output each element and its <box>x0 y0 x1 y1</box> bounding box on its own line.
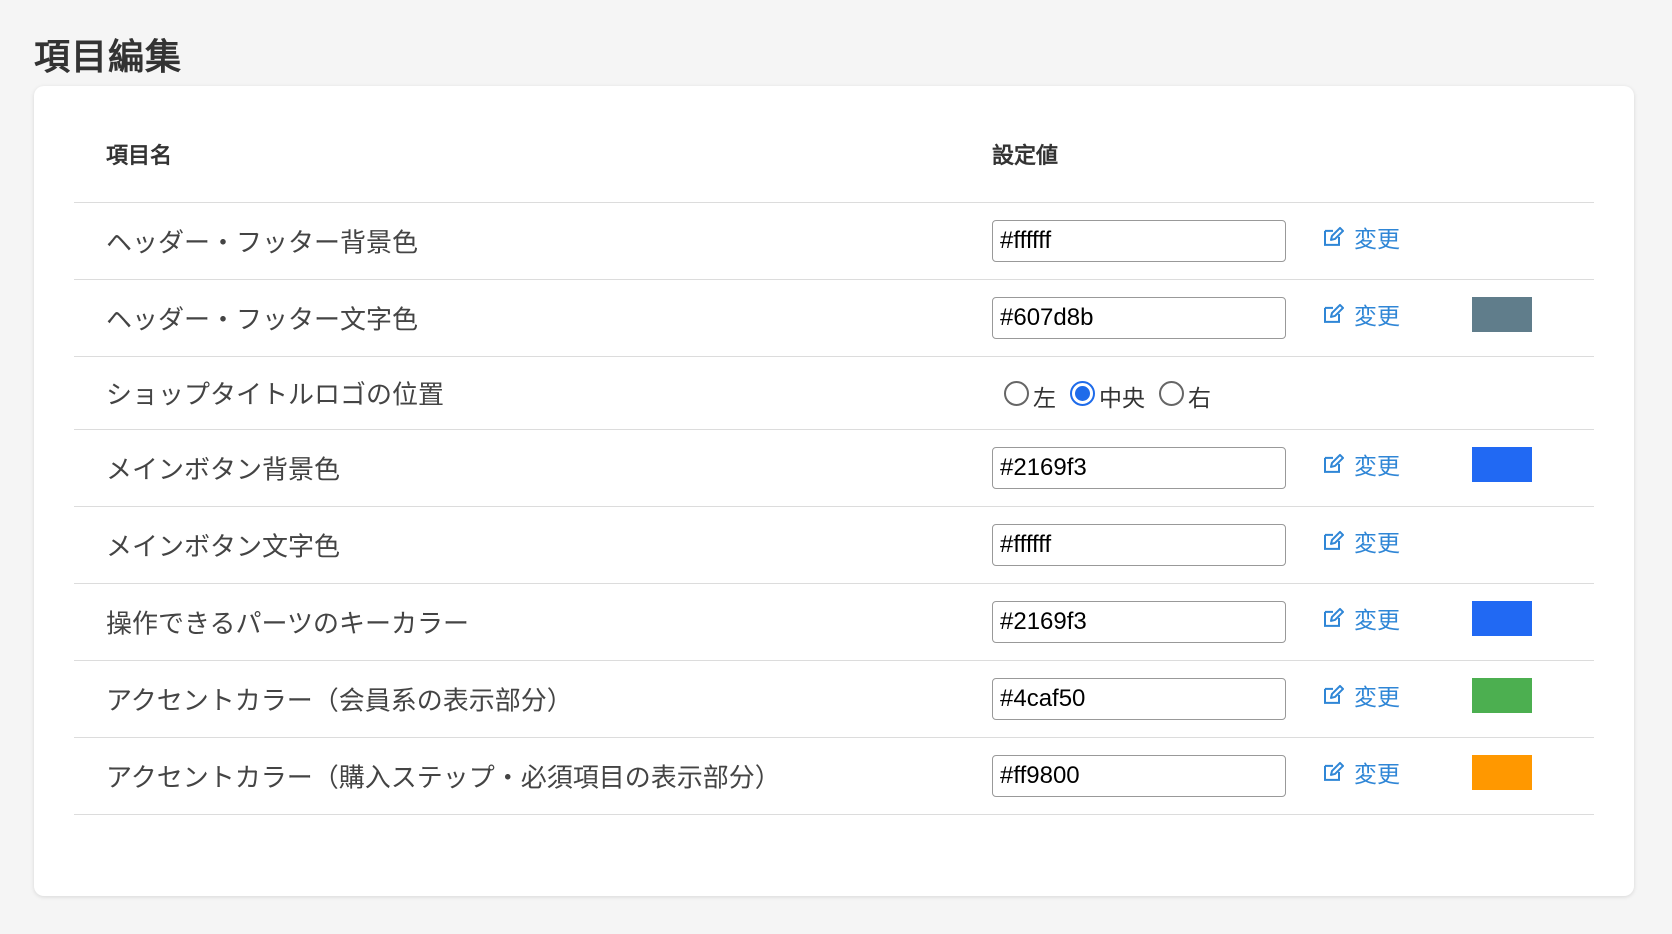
edit-icon <box>1322 684 1344 706</box>
radio-option[interactable]: 左 <box>1004 376 1056 412</box>
settings-card: 項目名 設定値 ヘッダー・フッター背景色変更ヘッダー・フッター文字色変更ショップ… <box>34 86 1634 896</box>
item-name: メインボタン背景色 <box>106 455 341 486</box>
table-row: ヘッダー・フッター文字色 変更 <box>74 280 1594 357</box>
color-value-input[interactable] <box>992 678 1286 720</box>
column-header-name: 項目名 <box>106 144 173 169</box>
edit-icon <box>1322 453 1344 475</box>
table-row: ヘッダー・フッター背景色 変更 <box>74 203 1594 280</box>
table-row: メインボタン文字色 変更 <box>74 507 1594 584</box>
item-name: 操作できるパーツのキーカラー <box>106 609 469 640</box>
table-row: アクセントカラー（会員系の表示部分） 変更 <box>74 661 1594 738</box>
color-swatch <box>1472 524 1532 559</box>
color-value-input[interactable] <box>992 220 1286 262</box>
color-value-input[interactable] <box>992 755 1286 797</box>
color-value-input[interactable] <box>992 601 1286 643</box>
radio-label: 中央 <box>1099 386 1145 412</box>
change-label: 変更 <box>1354 303 1400 330</box>
edit-icon <box>1322 761 1344 783</box>
change-label: 変更 <box>1354 226 1400 253</box>
item-name: アクセントカラー（会員系の表示部分） <box>106 686 573 717</box>
color-value-input[interactable] <box>992 524 1286 566</box>
change-button[interactable]: 変更 <box>1322 755 1400 789</box>
edit-icon <box>1322 303 1344 325</box>
change-button[interactable]: 変更 <box>1322 678 1400 712</box>
change-button[interactable]: 変更 <box>1322 524 1400 558</box>
table-row: ショップタイトルロゴの位置 左 中央 右 <box>74 357 1594 430</box>
item-name: アクセントカラー（購入ステップ・必須項目の表示部分） <box>106 763 781 794</box>
edit-icon <box>1322 226 1344 248</box>
color-value-input[interactable] <box>992 447 1286 489</box>
radio-option[interactable]: 右 <box>1159 376 1211 412</box>
color-swatch <box>1472 297 1532 332</box>
settings-table: 項目名 設定値 ヘッダー・フッター背景色変更ヘッダー・フッター文字色変更ショップ… <box>74 86 1594 815</box>
table-body: ヘッダー・フッター背景色変更ヘッダー・フッター文字色変更ショップタイトルロゴの位… <box>74 203 1594 815</box>
item-name: メインボタン文字色 <box>106 532 341 563</box>
table-row: 操作できるパーツのキーカラー 変更 <box>74 584 1594 661</box>
radio-button[interactable] <box>1070 380 1095 406</box>
page-title: 項目編集 <box>34 37 183 78</box>
radio-option[interactable]: 中央 <box>1070 376 1145 412</box>
column-header-value: 設定値 <box>992 144 1059 169</box>
color-value-input[interactable] <box>992 297 1286 339</box>
logo-position-radio-group: 左 中央 右 <box>1004 376 1211 412</box>
change-button[interactable]: 変更 <box>1322 447 1400 481</box>
change-label: 変更 <box>1354 453 1400 480</box>
change-label: 変更 <box>1354 761 1400 788</box>
color-swatch <box>1472 678 1532 713</box>
radio-button[interactable] <box>1004 380 1029 406</box>
table-row: メインボタン背景色 変更 <box>74 430 1594 507</box>
item-name: ショップタイトルロゴの位置 <box>106 380 445 411</box>
radio-label: 右 <box>1188 386 1211 412</box>
edit-icon <box>1322 607 1344 629</box>
edit-icon <box>1322 530 1344 552</box>
change-button[interactable]: 変更 <box>1322 220 1400 254</box>
item-name: ヘッダー・フッター背景色 <box>106 228 419 259</box>
change-button[interactable]: 変更 <box>1322 601 1400 635</box>
table-row: アクセントカラー（購入ステップ・必須項目の表示部分） 変更 <box>74 738 1594 815</box>
change-label: 変更 <box>1354 684 1400 711</box>
change-label: 変更 <box>1354 607 1400 634</box>
color-swatch <box>1472 755 1532 790</box>
color-swatch <box>1472 220 1532 255</box>
radio-button[interactable] <box>1159 380 1184 406</box>
color-swatch <box>1472 447 1532 482</box>
change-label: 変更 <box>1354 530 1400 557</box>
color-swatch <box>1472 601 1532 636</box>
item-name: ヘッダー・フッター文字色 <box>106 305 419 336</box>
change-button[interactable]: 変更 <box>1322 297 1400 331</box>
table-header: 項目名 設定値 <box>74 86 1594 203</box>
radio-label: 左 <box>1033 386 1056 412</box>
